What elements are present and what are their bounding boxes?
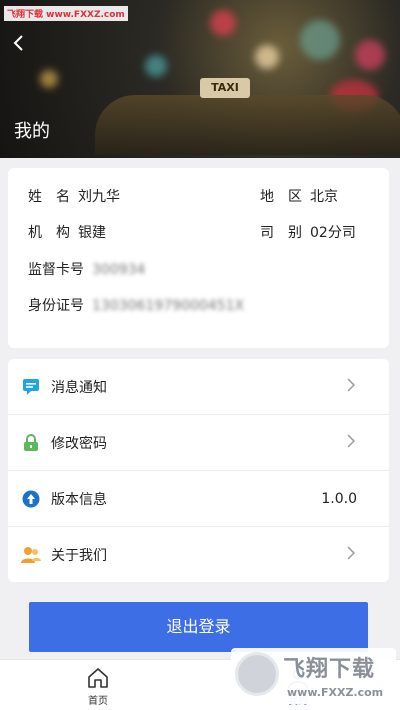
card-row: 监督卡号 300934 xyxy=(28,259,145,279)
home-icon xyxy=(86,666,110,690)
menu-label-about: 关于我们 xyxy=(51,547,107,564)
menu-item-messages[interactable]: 消息通知 xyxy=(8,359,389,414)
card-value: 300934 xyxy=(92,262,146,278)
taxi-roof xyxy=(95,95,400,155)
bokeh-light xyxy=(40,70,58,88)
version-value: 1.0.0 xyxy=(321,490,357,507)
back-button[interactable] xyxy=(6,34,30,58)
tab-home-label: 首页 xyxy=(88,696,108,707)
chevron-left-icon xyxy=(13,35,23,51)
org-value: 银建 xyxy=(78,225,106,241)
settings-menu: 消息通知 修改密码 版本信息 1.0.0 关于我们 xyxy=(8,359,389,582)
name-label: 姓 名 xyxy=(28,189,70,205)
id-row: 身份证号 1303061979000451X xyxy=(28,295,244,315)
menu-item-version[interactable]: 版本信息 1.0.0 xyxy=(8,471,389,526)
region-row: 地 区北京 xyxy=(260,186,338,206)
upload-arrow-icon xyxy=(21,489,41,509)
watermark-bottom: 飞翔下载 www.FXXZ.com xyxy=(231,648,396,704)
name-row: 姓 名刘九华 xyxy=(28,186,120,206)
watermark-brand: 飞翔下载 xyxy=(283,657,376,682)
tab-home[interactable]: 首页 xyxy=(48,660,148,710)
bokeh-light xyxy=(255,45,279,69)
watermark-top: 飞翔下载 www.FXXZ.com xyxy=(4,6,128,21)
users-icon xyxy=(21,545,41,565)
header-banner: TAXI 飞翔下载 www.FXXZ.com 我的 xyxy=(0,0,400,158)
name-value: 刘九华 xyxy=(78,189,120,205)
page-title: 我的 xyxy=(14,121,50,142)
watermark-url: www.FXXZ.com xyxy=(287,686,384,699)
menu-item-password[interactable]: 修改密码 xyxy=(8,415,389,470)
org-row: 机 构银建 xyxy=(28,222,106,242)
taxi-sign: TAXI xyxy=(200,78,250,98)
card-label: 监督卡号 xyxy=(28,262,84,278)
bokeh-light xyxy=(210,10,236,36)
chevron-right-icon xyxy=(347,377,359,396)
profile-info-card: 姓 名刘九华 地 区北京 机 构银建 司 别 02分司 监督卡号 300934 身份… xyxy=(8,168,389,348)
logout-button[interactable]: 退出登录 xyxy=(29,602,368,652)
region-label: 地 区 xyxy=(260,189,302,205)
org-label: 机 构 xyxy=(28,225,70,241)
branch-row: 司 别 02分司 xyxy=(260,222,356,242)
menu-item-about[interactable]: 关于我们 xyxy=(8,527,389,582)
region-value: 北京 xyxy=(310,189,338,205)
chevron-right-icon xyxy=(347,545,359,564)
menu-label-version: 版本信息 xyxy=(51,491,107,508)
lock-icon xyxy=(21,433,41,453)
id-value: 1303061979000451X xyxy=(92,298,245,314)
id-label: 身份证号 xyxy=(28,298,84,314)
branch-label: 司 别 xyxy=(260,225,302,241)
bokeh-light xyxy=(355,40,385,70)
message-icon xyxy=(21,377,41,397)
menu-label-password: 修改密码 xyxy=(51,435,107,452)
bokeh-light xyxy=(300,20,340,60)
bokeh-light xyxy=(145,55,167,77)
branch-value: 02分司 xyxy=(310,225,356,241)
menu-label-messages: 消息通知 xyxy=(51,379,107,396)
watermark-logo-icon xyxy=(235,652,279,696)
chevron-right-icon xyxy=(347,433,359,452)
